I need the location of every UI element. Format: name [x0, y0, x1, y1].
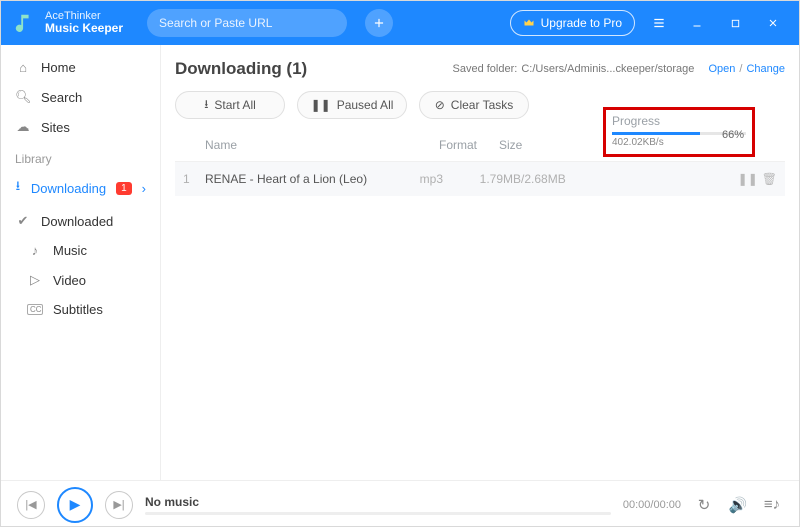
sidebar-label-downloaded: Downloaded [41, 214, 113, 229]
sidebar-item-video[interactable]: ▷ Video [1, 265, 160, 295]
sidebar-label-search: Search [41, 90, 82, 105]
track-area: No music [145, 495, 611, 515]
track-time: 00:00/00:00 [623, 499, 681, 511]
prev-button[interactable]: |◀ [17, 491, 45, 519]
progress-header-highlight: Progress 66% 402.02KB/s [603, 107, 755, 157]
delete-row-icon[interactable]: 🗑 [762, 172, 777, 186]
check-icon: ✔ [15, 213, 31, 229]
upgrade-button[interactable]: Upgrade to Pro [510, 10, 635, 36]
saved-folder-label: Saved folder: [453, 63, 518, 75]
search-icon: 🔍︎ [15, 89, 31, 105]
brand-line1: AceThinker [45, 10, 123, 22]
content: Downloading (1) Saved folder: C:/Users/A… [161, 45, 799, 480]
chevron-right-icon: › [142, 181, 146, 196]
sidebar-label-subtitles: Subtitles [53, 302, 103, 317]
sidebar-item-sites[interactable]: ☁ Sites [1, 112, 160, 142]
search-input[interactable]: Search or Paste URL [147, 9, 347, 37]
sidebar-item-home[interactable]: ⌂ Home [1, 53, 160, 82]
sidebar-item-music[interactable]: ♪ Music [1, 236, 160, 265]
paused-all-button[interactable]: ❚❚ Paused All [297, 91, 407, 119]
content-header: Downloading (1) Saved folder: C:/Users/A… [175, 59, 785, 79]
track-title: No music [145, 495, 611, 509]
pause-icon: ❚❚ [311, 98, 331, 112]
upgrade-label: Upgrade to Pro [541, 16, 622, 30]
paused-all-label: Paused All [337, 98, 394, 112]
repeat-icon[interactable]: ↻ [693, 496, 715, 514]
sidebar-item-search[interactable]: 🔍︎ Search [1, 82, 160, 112]
maximize-icon[interactable] [721, 9, 749, 37]
clear-tasks-button[interactable]: ⊘ Clear Tasks [419, 91, 529, 119]
saved-folder-path: C:/Users/Adminis...ckeeper/storage [521, 63, 694, 75]
sidebar-label-downloading: Downloading [31, 181, 106, 196]
col-progress: Progress [612, 114, 746, 128]
minimize-icon[interactable] [683, 9, 711, 37]
main: ⌂ Home 🔍︎ Search ☁ Sites Library ⭳ Downl… [1, 45, 799, 480]
page-title: Downloading (1) [175, 59, 307, 79]
video-icon: ▷ [27, 272, 43, 288]
menu-icon[interactable] [645, 9, 673, 37]
home-icon: ⌂ [15, 60, 31, 75]
music-icon: ♪ [27, 243, 43, 258]
crown-icon [523, 17, 535, 29]
open-folder-link[interactable]: Open [708, 63, 735, 75]
row-index: 1 [183, 172, 205, 186]
clear-icon: ⊘ [435, 98, 445, 112]
sidebar-item-subtitles[interactable]: CC Subtitles [1, 295, 160, 324]
col-name: Name [205, 138, 439, 152]
start-all-label: Start All [214, 98, 255, 112]
download-icon: ⭳ [15, 177, 21, 199]
play-button[interactable]: ▶ [57, 487, 93, 523]
track-progress[interactable] [145, 512, 611, 515]
download-icon: ⭳ [204, 95, 208, 116]
titlebar: AceThinker Music Keeper Search or Paste … [1, 1, 799, 45]
col-size: Size [499, 138, 609, 152]
row-name: RENAE - Heart of a Lion (Leo) [205, 172, 420, 186]
add-button[interactable] [365, 9, 393, 37]
brand-line2: Music Keeper [45, 22, 123, 35]
next-button[interactable]: ▶| [105, 491, 133, 519]
playlist-icon[interactable]: ≡♪ [761, 496, 783, 513]
row-format: mp3 [420, 172, 480, 186]
saved-folder-info: Saved folder: C:/Users/Adminis...ckeeper… [453, 63, 786, 75]
sidebar-item-downloaded[interactable]: ✔ Downloaded [1, 206, 160, 236]
app-logo-icon [13, 12, 35, 34]
close-icon[interactable] [759, 9, 787, 37]
clear-tasks-label: Clear Tasks [451, 98, 513, 112]
col-format: Format [439, 138, 499, 152]
sidebar-label-music: Music [53, 243, 87, 258]
sidebar-item-downloading[interactable]: ⭳ Downloading 1 › [1, 170, 160, 206]
start-all-button[interactable]: ⭳ Start All [175, 91, 285, 119]
row-percent: 66% [722, 129, 744, 141]
sidebar-label-video: Video [53, 273, 86, 288]
sidebar: ⌂ Home 🔍︎ Search ☁ Sites Library ⭳ Downl… [1, 45, 161, 480]
sidebar-label-home: Home [41, 60, 76, 75]
sidebar-section-library: Library [1, 142, 160, 170]
sidebar-label-sites: Sites [41, 120, 70, 135]
row-size: 1.79MB/2.68MB [480, 172, 590, 186]
downloading-badge: 1 [116, 182, 132, 195]
table-row[interactable]: 1 RENAE - Heart of a Lion (Leo) mp3 1.79… [175, 162, 785, 196]
volume-icon[interactable]: 🔊 [727, 496, 749, 514]
table-header: Name Format Size Progress 66% 402.02KB/s [175, 125, 785, 162]
search-placeholder: Search or Paste URL [159, 16, 272, 30]
change-folder-link[interactable]: Change [746, 63, 785, 75]
brand: AceThinker Music Keeper [45, 10, 123, 35]
player-bar: |◀ ▶ ▶| No music 00:00/00:00 ↻ 🔊 ≡♪ [1, 480, 799, 528]
sites-icon: ☁ [15, 119, 31, 135]
cc-icon: CC [27, 304, 43, 315]
pause-row-icon[interactable]: ❚❚ [738, 172, 758, 186]
